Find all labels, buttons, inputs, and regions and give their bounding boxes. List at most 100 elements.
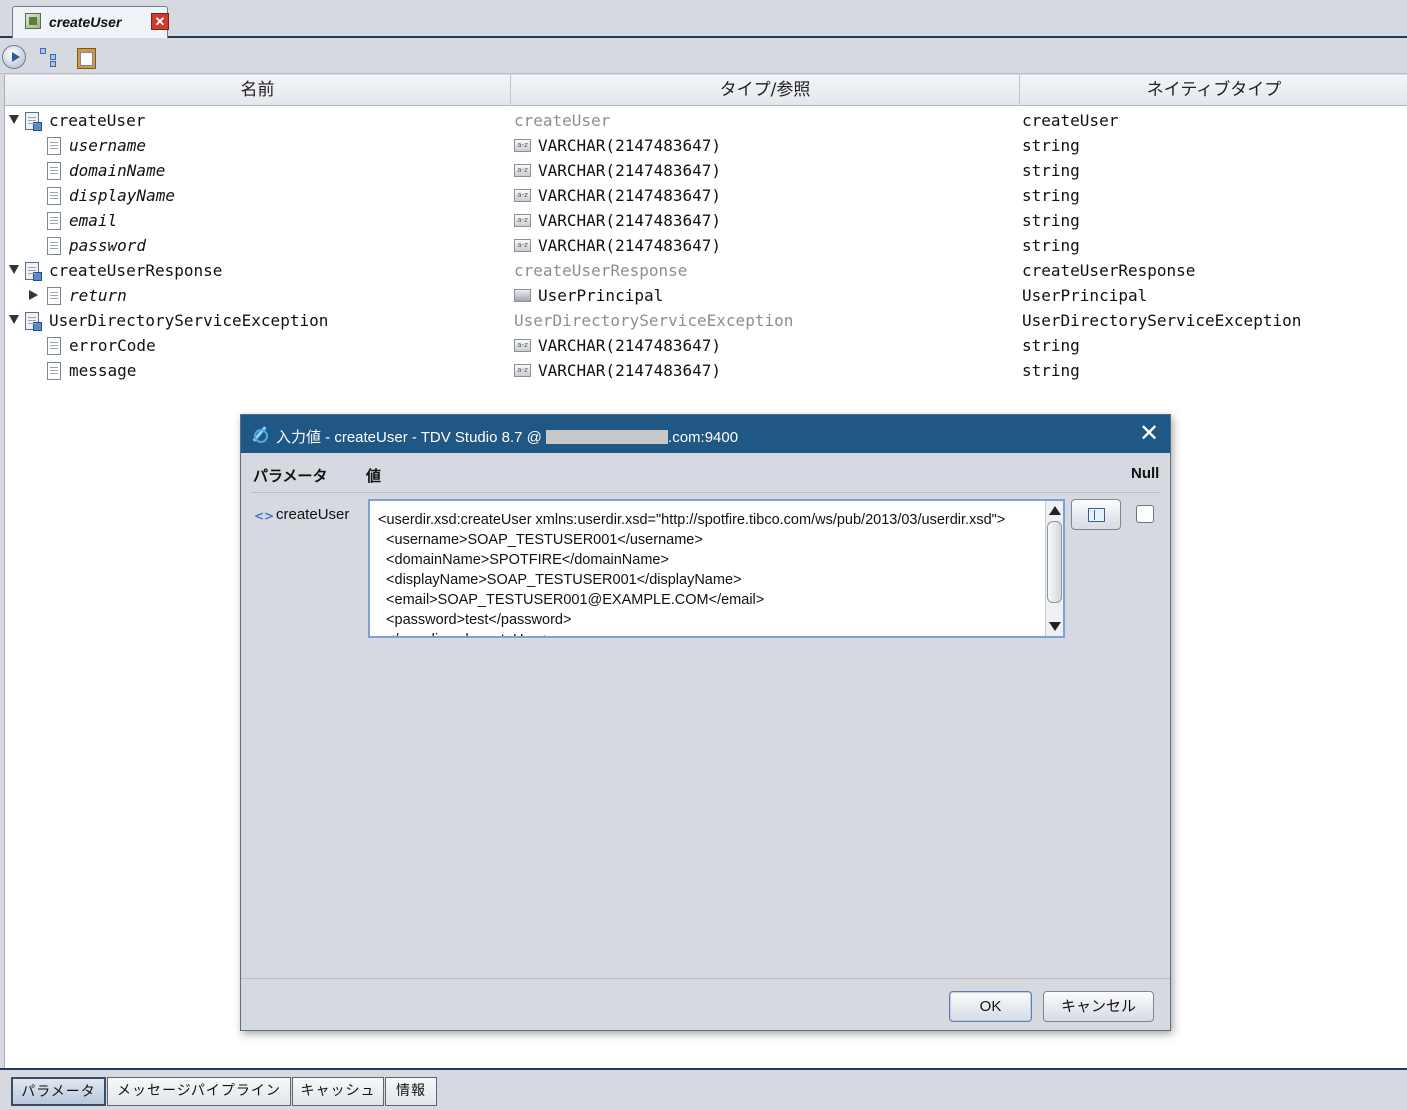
complex-type-icon <box>514 289 531 302</box>
value-text[interactable]: <userdir.xsd:createUser xmlns:userdir.xs… <box>378 510 1038 636</box>
tab-createuser[interactable]: createUser ✕ <box>12 6 169 38</box>
collapse-icon[interactable] <box>9 115 19 124</box>
varchar-type-icon: a-z <box>514 339 531 352</box>
document-tab-strip: createUser ✕ <box>0 0 1407 38</box>
expand-icon[interactable] <box>29 290 38 300</box>
close-tab-icon[interactable]: ✕ <box>151 13 169 30</box>
editor-icon <box>1088 508 1105 522</box>
column-label-null: Null <box>1131 465 1160 482</box>
field-icon <box>47 337 61 355</box>
scroll-thumb[interactable] <box>1047 521 1062 603</box>
table-row[interactable]: errorCode a-z VARCHAR(2147483647) string <box>5 334 1407 359</box>
row-native-type: UserPrincipal <box>1022 286 1148 305</box>
table-row[interactable]: return UserPrincipal UserPrincipal <box>5 284 1407 309</box>
row-name: message <box>69 361 137 380</box>
redacted-host <box>546 430 669 444</box>
tab-cache[interactable]: キャッシュ <box>292 1077 384 1106</box>
tab-label: createUser <box>49 14 122 30</box>
varchar-type-icon: a-z <box>514 189 531 202</box>
row-name: username <box>69 136 147 155</box>
scroll-down-icon[interactable] <box>1049 622 1061 631</box>
tab-info[interactable]: 情報 <box>385 1077 437 1106</box>
row-name: createUser <box>49 111 146 130</box>
scroll-up-icon[interactable] <box>1049 506 1061 515</box>
column-label-parameter: パラメータ <box>253 468 328 485</box>
column-header-name[interactable]: 名前 <box>5 75 511 106</box>
table-row[interactable]: email a-z VARCHAR(2147483647) string <box>5 209 1407 234</box>
parameter-icon: <> <box>254 509 275 523</box>
row-type-ref: UserDirectoryServiceException <box>514 311 794 330</box>
row-name: createUserResponse <box>49 261 223 280</box>
toolbar <box>0 40 1407 74</box>
row-type-ref: VARCHAR(2147483647) <box>538 236 722 255</box>
table-row[interactable]: password a-z VARCHAR(2147483647) string <box>5 234 1407 259</box>
row-name: email <box>69 211 118 230</box>
output-parameter-icon <box>25 262 42 281</box>
field-icon <box>47 362 61 380</box>
table-row[interactable]: message a-z VARCHAR(2147483647) string <box>5 359 1407 384</box>
table-row[interactable]: createUser createUser createUser <box>5 109 1407 134</box>
row-native-type: string <box>1022 236 1080 255</box>
parameter-name: createUser <box>276 506 350 523</box>
row-name: return <box>69 286 127 305</box>
input-parameter-icon <box>25 112 42 131</box>
row-name: displayName <box>69 186 175 205</box>
value-textarea[interactable]: <userdir.xsd:createUser xmlns:userdir.xs… <box>368 499 1065 638</box>
open-editor-button[interactable] <box>1071 499 1121 530</box>
dialog-title-prefix: 入力値 - createUser - TDV Studio 8.7 @ <box>276 429 547 446</box>
cancel-button[interactable]: キャンセル <box>1043 991 1154 1022</box>
run-icon[interactable] <box>2 45 26 69</box>
column-header-type-ref[interactable]: タイプ/参照 <box>511 75 1020 106</box>
row-type-ref: createUserResponse <box>514 261 688 280</box>
clipboard-icon[interactable] <box>74 45 98 69</box>
field-icon <box>47 162 61 180</box>
ok-button[interactable]: OK <box>949 991 1032 1022</box>
row-native-type: UserDirectoryServiceException <box>1022 311 1302 330</box>
row-type-ref: UserPrincipal <box>538 286 664 305</box>
dialog-title-suffix: .com:9400 <box>668 429 739 446</box>
row-native-type: string <box>1022 136 1080 155</box>
row-name: password <box>69 236 147 255</box>
value-scrollbar[interactable] <box>1045 501 1063 636</box>
table-row[interactable]: createUserResponse createUserResponse cr… <box>5 259 1407 284</box>
table-row[interactable]: displayName a-z VARCHAR(2147483647) stri… <box>5 184 1407 209</box>
row-type-ref: VARCHAR(2147483647) <box>538 361 722 380</box>
row-native-type: string <box>1022 161 1080 180</box>
header-divider <box>251 492 1161 493</box>
field-icon <box>47 187 61 205</box>
tab-message-pipeline[interactable]: メッセージパイプライン <box>107 1077 291 1106</box>
parameter-label: <> createUser <box>254 506 349 523</box>
null-checkbox[interactable] <box>1136 505 1154 523</box>
column-header-native-type[interactable]: ネイティブタイプ <box>1020 75 1407 106</box>
row-native-type: string <box>1022 361 1080 380</box>
table-row[interactable]: UserDirectoryServiceException UserDirect… <box>5 309 1407 334</box>
dialog-title-bar[interactable]: 入力値 - createUser - TDV Studio 8.7 @ .com… <box>241 415 1170 453</box>
tab-parameters[interactable]: パラメータ <box>11 1077 106 1106</box>
varchar-type-icon: a-z <box>514 239 531 252</box>
procedure-icon <box>25 13 41 29</box>
field-icon <box>47 287 61 305</box>
row-type-ref: VARCHAR(2147483647) <box>538 161 722 180</box>
table-row[interactable]: domainName a-z VARCHAR(2147483647) strin… <box>5 159 1407 184</box>
app-icon <box>252 426 268 443</box>
row-type-ref: VARCHAR(2147483647) <box>538 211 722 230</box>
close-dialog-icon[interactable]: ✕ <box>1139 421 1159 445</box>
column-label-value: 値 <box>366 468 382 485</box>
field-icon <box>47 137 61 155</box>
bottom-tab-strip: パラメータ メッセージパイプライン キャッシュ 情報 <box>0 1068 1407 1110</box>
row-native-type: createUserResponse <box>1022 261 1196 280</box>
varchar-type-icon: a-z <box>514 364 531 377</box>
table-row[interactable]: username a-z VARCHAR(2147483647) string <box>5 134 1407 159</box>
row-type-ref: VARCHAR(2147483647) <box>538 336 722 355</box>
collapse-icon[interactable] <box>9 315 19 324</box>
tree-view-icon[interactable] <box>38 45 62 69</box>
field-icon <box>47 237 61 255</box>
varchar-type-icon: a-z <box>514 164 531 177</box>
varchar-type-icon: a-z <box>514 214 531 227</box>
row-type-ref: createUser <box>514 111 611 130</box>
row-name: domainName <box>69 161 166 180</box>
collapse-icon[interactable] <box>9 265 19 274</box>
row-native-type: string <box>1022 211 1080 230</box>
varchar-type-icon: a-z <box>514 139 531 152</box>
field-icon <box>47 212 61 230</box>
